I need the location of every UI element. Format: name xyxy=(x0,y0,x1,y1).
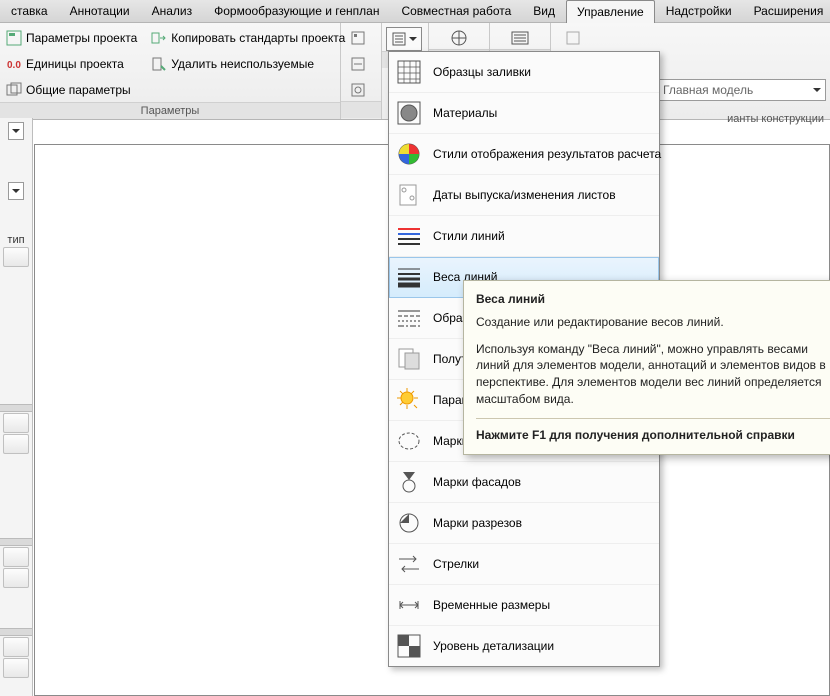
elevation-icon xyxy=(395,468,423,496)
model-select-value: Главная модель xyxy=(663,83,753,97)
project-units-icon: 0.0 xyxy=(6,56,22,72)
settings-icon-1[interactable] xyxy=(345,27,371,49)
tooltip-divider xyxy=(476,418,830,419)
transfer-standards-icon xyxy=(151,30,167,46)
model-select[interactable]: Главная модель xyxy=(658,79,826,101)
transfer-standards-button[interactable]: Копировать стандарты проекта xyxy=(149,27,347,49)
callout-icon xyxy=(395,427,423,455)
shared-parameters-button[interactable]: Общие параметры xyxy=(4,79,139,101)
menu-detail-level-label: Уровень детализации xyxy=(433,639,554,653)
tab-massing[interactable]: Формообразующие и генплан xyxy=(203,0,390,22)
left-panel-field-2[interactable] xyxy=(3,413,29,433)
linepatterns-icon xyxy=(395,304,423,332)
shared-parameters-icon xyxy=(6,82,22,98)
ribbon-group-parameters: Параметры проекта 0.0 Единицы проекта Об… xyxy=(0,23,341,119)
tooltip: Веса линий Создание или редактирование в… xyxy=(463,280,830,455)
project-parameters-button[interactable]: Параметры проекта xyxy=(4,27,139,49)
left-panel: тип xyxy=(0,118,33,696)
menu-sheet-issues-label: Даты выпуска/изменения листов xyxy=(433,188,616,202)
sheet-icon xyxy=(395,181,423,209)
settings-icon-2[interactable] xyxy=(345,53,371,75)
left-panel-dropdown-1[interactable] xyxy=(8,122,24,140)
menu-materials[interactable]: Материалы xyxy=(389,93,659,134)
menu-detail-level[interactable]: Уровень детализации xyxy=(389,626,659,666)
tooltip-body: Используя команду "Веса линий", можно уп… xyxy=(476,341,830,408)
chevron-down-icon xyxy=(813,88,821,92)
design-options-label: ианты конструкции xyxy=(727,113,824,125)
tab-insert[interactable]: ставка xyxy=(0,0,59,22)
halftone-icon xyxy=(395,345,423,373)
extra-icon-1[interactable] xyxy=(560,27,586,49)
menu-analysis-display-styles[interactable]: Стили отображения результатов расчета xyxy=(389,134,659,175)
tooltip-description: Создание или редактирование весов линий. xyxy=(476,314,830,331)
menu-elevation-tags[interactable]: Марки фасадов xyxy=(389,462,659,503)
menu-line-styles-label: Стили линий xyxy=(433,229,505,243)
project-parameters-icon xyxy=(6,30,22,46)
left-panel-field-7[interactable] xyxy=(3,658,29,678)
left-panel-field-6[interactable] xyxy=(3,637,29,657)
menu-temporary-dimensions[interactable]: Временные размеры xyxy=(389,585,659,626)
panel-resize-3[interactable] xyxy=(0,628,32,636)
arrows-icon xyxy=(395,550,423,578)
tab-annotations[interactable]: Аннотации xyxy=(59,0,141,22)
left-panel-dropdown-2[interactable] xyxy=(8,182,24,200)
tab-manage[interactable]: Управление xyxy=(566,0,655,23)
menu-sheet-issues[interactable]: Даты выпуска/изменения листов xyxy=(389,175,659,216)
tab-extensions[interactable]: Расширения xyxy=(743,0,830,22)
left-panel-label: тип xyxy=(0,234,32,246)
left-panel-field-1[interactable] xyxy=(3,247,29,267)
menu-arrowheads[interactable]: Стрелки xyxy=(389,544,659,585)
additional-settings-dropdown[interactable] xyxy=(386,27,422,51)
panel-resize-1[interactable] xyxy=(0,404,32,412)
tooltip-title: Веса линий xyxy=(476,291,830,308)
material-icon xyxy=(395,99,423,127)
ribbon-group-parameters-label: Параметры xyxy=(0,102,340,119)
ribbon-tabs: ставка Аннотации Анализ Формообразующие … xyxy=(0,0,830,23)
panel-resize-2[interactable] xyxy=(0,538,32,546)
settings-icon-3[interactable] xyxy=(345,79,371,101)
svg-text:0.0: 0.0 xyxy=(7,60,21,71)
menu-section-tags[interactable]: Марки разрезов xyxy=(389,503,659,544)
menu-materials-label: Материалы xyxy=(433,106,497,120)
hatch-icon xyxy=(395,58,423,86)
tooltip-help: Нажмите F1 для получения дополнительной … xyxy=(476,427,830,444)
tab-analysis[interactable]: Анализ xyxy=(141,0,204,22)
left-panel-field-3[interactable] xyxy=(3,434,29,454)
menu-analysis-display-styles-label: Стили отображения результатов расчета xyxy=(433,147,661,161)
section-icon xyxy=(395,509,423,537)
purge-unused-label: Удалить неиспользуемые xyxy=(171,57,314,71)
detail-icon xyxy=(395,632,423,660)
purge-unused-icon xyxy=(151,56,167,72)
tempdim-icon xyxy=(395,591,423,619)
menu-temporary-dimensions-label: Временные размеры xyxy=(433,598,550,612)
project-units-button[interactable]: 0.0 Единицы проекта xyxy=(4,53,139,75)
chevron-down-icon xyxy=(12,189,20,193)
menu-line-styles[interactable]: Стили линий xyxy=(389,216,659,257)
transfer-standards-label: Копировать стандарты проекта xyxy=(171,31,345,45)
menu-fill-patterns-label: Образцы заливки xyxy=(433,65,531,79)
purge-unused-button[interactable]: Удалить неиспользуемые xyxy=(149,53,347,75)
tab-view[interactable]: Вид xyxy=(522,0,566,22)
design-options-icon[interactable] xyxy=(507,27,533,49)
menu-section-tags-label: Марки разрезов xyxy=(433,516,522,530)
project-units-label: Единицы проекта xyxy=(26,57,124,71)
left-panel-field-4[interactable] xyxy=(3,547,29,567)
colorwheel-icon xyxy=(395,140,423,168)
sun-icon xyxy=(395,386,423,414)
menu-elevation-tags-label: Марки фасадов xyxy=(433,475,521,489)
chevron-down-icon xyxy=(12,129,20,133)
project-parameters-label: Параметры проекта xyxy=(26,31,137,45)
tab-addins[interactable]: Надстройки xyxy=(655,0,743,22)
menu-fill-patterns[interactable]: Образцы заливки xyxy=(389,52,659,93)
lineweights-icon xyxy=(395,263,423,291)
location-icon[interactable] xyxy=(446,27,472,49)
linestyles-icon xyxy=(395,222,423,250)
menu-arrowheads-label: Стрелки xyxy=(433,557,479,571)
shared-parameters-label: Общие параметры xyxy=(26,83,131,97)
chevron-down-icon xyxy=(409,37,417,41)
tab-collaborate[interactable]: Совместная работа xyxy=(390,0,522,22)
ribbon-group-settings1 xyxy=(341,23,382,119)
left-panel-field-5[interactable] xyxy=(3,568,29,588)
